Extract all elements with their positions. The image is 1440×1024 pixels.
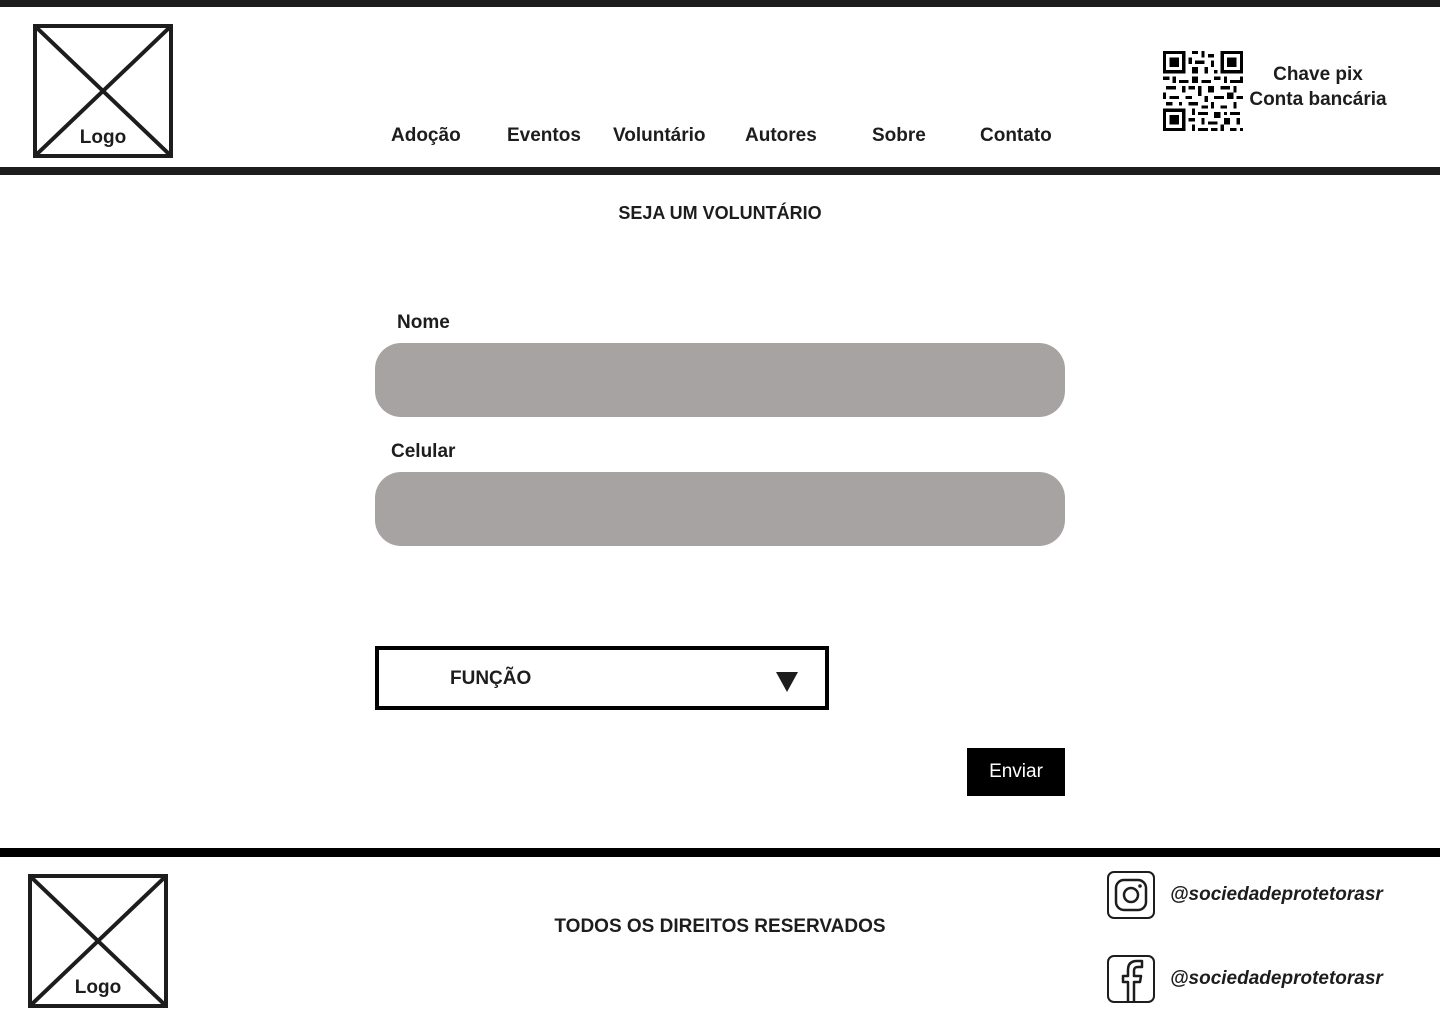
logo-label: Logo — [79, 127, 127, 148]
nav-item-autores[interactable]: Autores — [745, 125, 817, 147]
nome-label: Nome — [397, 312, 450, 333]
nav-item-contato[interactable]: Contato — [980, 125, 1052, 147]
footer-divider — [0, 848, 1440, 857]
footer-logo[interactable]: Logo — [28, 874, 168, 1008]
facebook-icon[interactable] — [1106, 954, 1156, 1004]
copyright-text: TODOS OS DIREITOS RESERVADOS — [554, 916, 886, 937]
role-select[interactable]: FUNÇÃO — [375, 646, 829, 710]
header-logo[interactable]: Logo — [33, 24, 173, 158]
facebook-handle[interactable]: @sociedadeprotetorasr — [1170, 968, 1383, 990]
qr-code-icon[interactable] — [1163, 51, 1243, 131]
role-select-value: FUNÇÃO — [450, 668, 532, 689]
instagram-handle[interactable]: @sociedadeprotetorasr — [1170, 884, 1383, 906]
instagram-icon[interactable] — [1106, 870, 1156, 920]
nav-item-adocao[interactable]: Adoção — [391, 125, 461, 147]
nav-item-voluntario[interactable]: Voluntário — [613, 125, 706, 147]
celular-label: Celular — [391, 441, 456, 462]
nav-item-sobre[interactable]: Sobre — [872, 125, 926, 147]
celular-input[interactable] — [375, 472, 1065, 546]
page-title: SEJA UM VOLUNTÁRIO — [618, 203, 822, 223]
donation-info: Chave pix Conta bancária — [1248, 62, 1388, 112]
volunteer-page: Logo Adoção Eventos Voluntário Autores S… — [0, 0, 1440, 1024]
nome-input[interactable] — [375, 343, 1065, 417]
top-bar — [0, 0, 1440, 7]
logo-label: Logo — [74, 977, 122, 998]
triangle-down-icon — [776, 672, 798, 692]
submit-button[interactable]: Enviar — [967, 748, 1065, 796]
pix-key-link[interactable]: Chave pix — [1248, 62, 1388, 87]
nav-item-eventos[interactable]: Eventos — [507, 125, 581, 147]
header-divider — [0, 167, 1440, 175]
bank-account-link[interactable]: Conta bancária — [1248, 87, 1388, 112]
